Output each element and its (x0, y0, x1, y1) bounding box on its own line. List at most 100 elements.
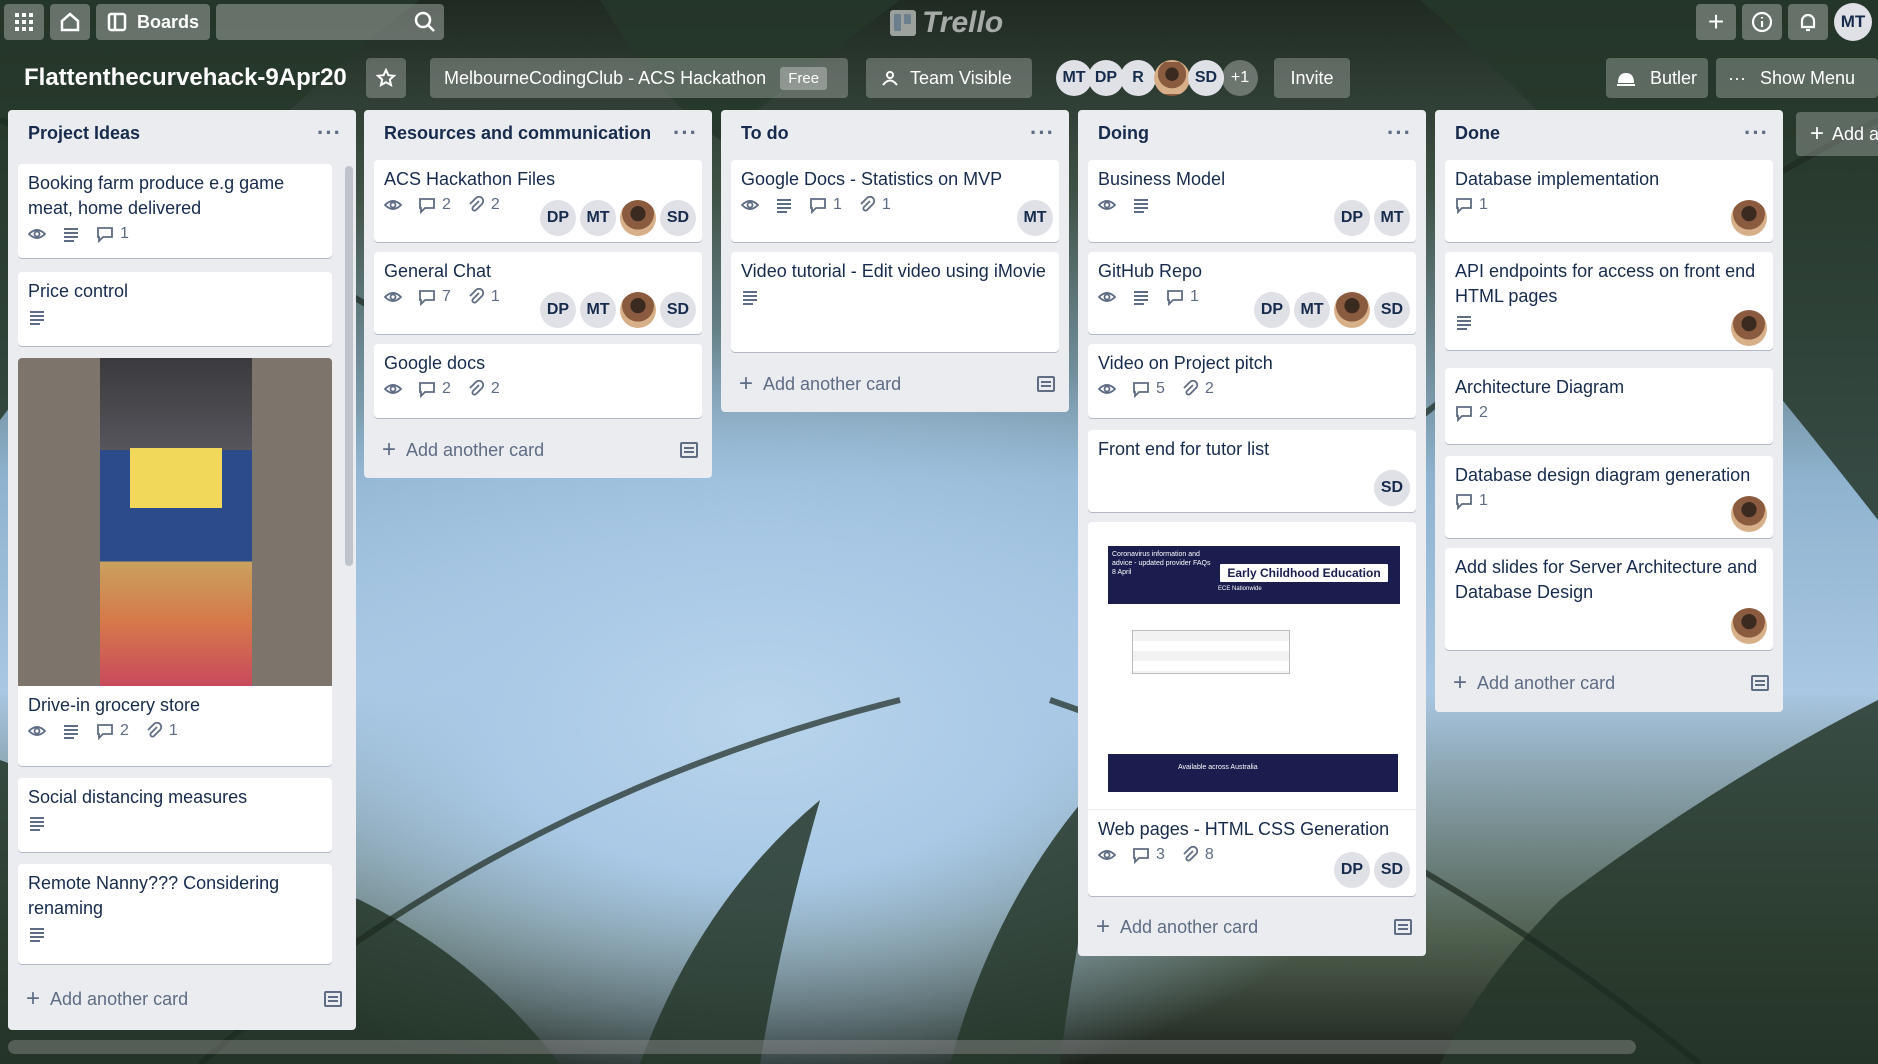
member-avatar[interactable]: DP (540, 200, 576, 236)
list-header[interactable]: To do ··· (721, 110, 1069, 156)
apps-button[interactable] (4, 4, 44, 40)
team-visible-icon (882, 71, 898, 86)
search-icon[interactable] (414, 11, 436, 33)
member-avatar[interactable]: DP (1254, 292, 1290, 328)
card[interactable]: Booking farm produce e.g game meat, home… (18, 164, 332, 258)
watch-icon (1098, 196, 1116, 214)
card[interactable]: Google Docs - Statistics on MVP 1 1 MT (731, 160, 1059, 242)
member-avatar[interactable]: DP (1334, 200, 1370, 236)
card[interactable]: Architecture Diagram 2 (1445, 368, 1773, 444)
user-avatar[interactable]: MT (1834, 3, 1872, 41)
card[interactable]: Database design diagram generation 1 (1445, 456, 1773, 538)
add-card-button[interactable]: + Add another card (1453, 666, 1769, 700)
list-title[interactable]: Doing (1098, 123, 1149, 144)
trello-logo[interactable]: Trello (890, 6, 1003, 40)
member-avatar[interactable]: MT (1294, 292, 1330, 328)
card[interactable]: Google docs 2 2 (374, 344, 702, 418)
board-horizontal-scrollbar[interactable] (8, 1040, 1636, 1054)
card[interactable]: API endpoints for access on front end HT… (1445, 252, 1773, 350)
card[interactable]: GitHub Repo 1 DP MT SD (1088, 252, 1416, 334)
watch-icon (384, 196, 402, 214)
card-template-icon[interactable] (1037, 376, 1055, 392)
add-card-button[interactable]: + Add another card (26, 982, 342, 1016)
notifications-button[interactable] (1788, 4, 1828, 40)
card[interactable]: General Chat 7 1 DP MT SD (374, 252, 702, 334)
list-header[interactable]: Project Ideas ··· (8, 110, 356, 156)
card[interactable]: Video tutorial - Edit video using iMovie (731, 252, 1059, 352)
list-header[interactable]: Doing ··· (1078, 110, 1426, 156)
member-photo-avatar[interactable] (1731, 496, 1767, 532)
board-member-avatar[interactable]: R (1120, 60, 1156, 96)
member-avatar[interactable]: SD (660, 200, 696, 236)
member-avatar[interactable]: MT (580, 292, 616, 328)
add-list-button[interactable]: + Add a (1796, 112, 1878, 156)
member-avatar[interactable]: DP (1334, 852, 1370, 888)
list-menu-icon[interactable]: ··· (1030, 120, 1055, 146)
board-member-avatar[interactable]: DP (1088, 60, 1124, 96)
card-template-icon[interactable] (1394, 919, 1412, 935)
list-scrollbar[interactable] (345, 166, 353, 566)
invite-button[interactable]: Invite (1274, 58, 1350, 98)
board-member-avatar[interactable]: SD (1188, 60, 1224, 96)
card-template-icon[interactable] (1751, 675, 1769, 691)
list-header[interactable]: Done ··· (1435, 110, 1783, 156)
more-members-button[interactable]: +1 (1222, 60, 1258, 96)
butler-button[interactable]: Butler (1606, 58, 1708, 98)
card[interactable]: Video on Project pitch 5 2 (1088, 344, 1416, 418)
member-photo-avatar[interactable] (1731, 608, 1767, 644)
comment-icon (97, 724, 113, 740)
add-card-button[interactable]: + Add another card (382, 433, 698, 467)
board-member-avatar[interactable]: MT (1056, 60, 1092, 96)
member-avatar[interactable]: SD (1374, 852, 1410, 888)
list-title[interactable]: Project Ideas (28, 123, 140, 144)
list-menu-icon[interactable]: ··· (1744, 120, 1769, 146)
card[interactable]: Remote Nanny??? Considering renaming (18, 864, 332, 964)
create-button[interactable]: + (1696, 4, 1736, 40)
member-photo-avatar[interactable] (620, 292, 656, 328)
card[interactable]: ACS Hackathon Files 2 2 DP MT SD (374, 160, 702, 242)
boards-button[interactable]: Boards (96, 4, 210, 40)
member-avatar[interactable]: DP (540, 292, 576, 328)
add-card-button[interactable]: + Add another card (1096, 910, 1412, 944)
member-photo-avatar[interactable] (1334, 292, 1370, 328)
list-menu-icon[interactable]: ··· (317, 120, 342, 146)
card[interactable]: Price control (18, 272, 332, 346)
card[interactable]: Front end for tutor list SD (1088, 430, 1416, 512)
member-avatar[interactable]: MT (1374, 200, 1410, 236)
board-title[interactable]: Flattenthecurvehack-9Apr20 (24, 58, 347, 98)
list-menu-icon[interactable]: ··· (1387, 120, 1412, 146)
card[interactable]: Social distancing measures (18, 778, 332, 852)
star-button[interactable] (366, 58, 406, 98)
list-title[interactable]: Resources and communication (384, 123, 651, 144)
board-member-photo-avatar[interactable] (1154, 60, 1190, 96)
comments-count: 5 (1156, 380, 1165, 397)
card[interactable]: Drive-in grocery store 2 1 (18, 358, 332, 766)
card[interactable]: Database implementation 1 (1445, 160, 1773, 242)
list-header[interactable]: Resources and communication ··· (364, 110, 712, 156)
visibility-button[interactable]: Team Visible (866, 58, 1032, 98)
search-input[interactable] (216, 4, 444, 40)
member-photo-avatar[interactable] (1731, 310, 1767, 346)
add-card-button[interactable]: + Add another card (739, 367, 1055, 401)
member-photo-avatar[interactable] (1731, 200, 1767, 236)
list-title[interactable]: To do (741, 123, 789, 144)
scrollbar-thumb[interactable] (8, 1040, 1636, 1054)
team-button[interactable]: MelbourneCodingClub - ACS Hackathon Free (430, 58, 848, 98)
member-photo-avatar[interactable] (620, 200, 656, 236)
card[interactable]: Add slides for Server Architecture and D… (1445, 548, 1773, 650)
list-title[interactable]: Done (1455, 123, 1500, 144)
member-avatar[interactable]: SD (660, 292, 696, 328)
member-avatar[interactable]: MT (1017, 200, 1053, 236)
member-avatar[interactable]: SD (1374, 470, 1410, 506)
home-button[interactable] (50, 4, 90, 40)
card[interactable]: Coronavirus information and advice - upd… (1088, 522, 1416, 896)
info-button[interactable] (1742, 4, 1782, 40)
card[interactable]: Business Model DP MT (1088, 160, 1416, 242)
description-icon (1132, 288, 1150, 306)
list-menu-icon[interactable]: ··· (673, 120, 698, 146)
card-template-icon[interactable] (324, 991, 342, 1007)
member-avatar[interactable]: MT (580, 200, 616, 236)
card-template-icon[interactable] (680, 442, 698, 458)
show-menu-button[interactable]: ··· Show Menu (1716, 58, 1878, 98)
member-avatar[interactable]: SD (1374, 292, 1410, 328)
